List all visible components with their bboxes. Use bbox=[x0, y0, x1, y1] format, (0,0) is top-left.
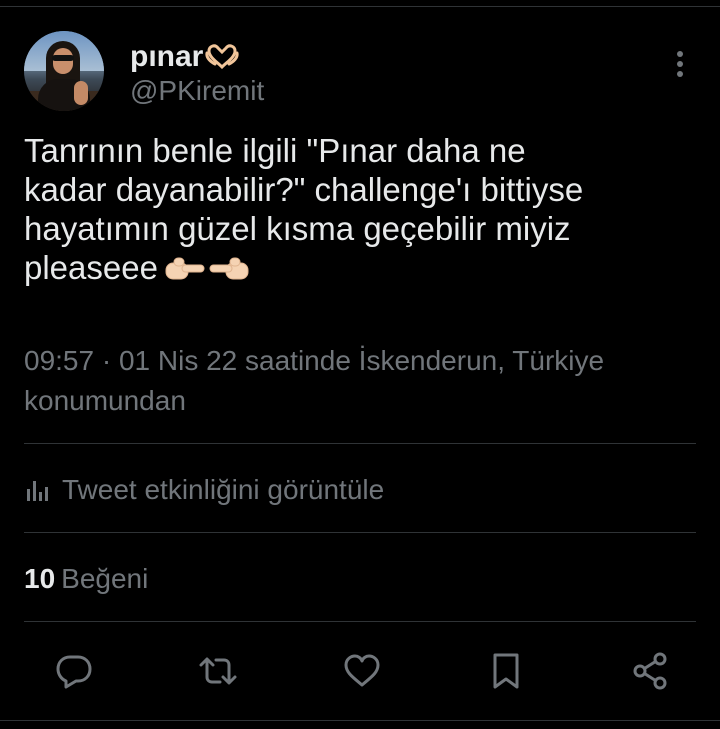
tweet-meta: 09:57 · 01 Nis 22 saatinde İskenderun, T… bbox=[24, 341, 680, 421]
view-activity-label: Tweet etkinliğini görüntüle bbox=[62, 474, 385, 505]
author-name[interactable]: pınar bbox=[130, 39, 239, 75]
heart-icon bbox=[344, 654, 380, 687]
view-activity-link[interactable]: Tweet etkinliğini görüntüle bbox=[24, 470, 384, 510]
divider bbox=[24, 532, 696, 533]
retweet-button[interactable] bbox=[196, 649, 240, 693]
action-bar bbox=[24, 644, 696, 698]
like-button[interactable] bbox=[340, 649, 384, 693]
author-handle[interactable]: @PKiremit bbox=[130, 73, 264, 109]
author-display-name: pınar bbox=[130, 40, 204, 73]
divider bbox=[24, 443, 696, 444]
tweet-body: Tanrının benle ilgili "Pınar daha ne kad… bbox=[24, 131, 680, 287]
meta-separator: · bbox=[94, 345, 119, 376]
retweet-icon bbox=[199, 657, 237, 685]
pointing-hands-icon bbox=[165, 257, 249, 280]
bookmark-icon bbox=[493, 653, 519, 689]
analytics-icon bbox=[27, 481, 48, 501]
reply-button[interactable] bbox=[52, 649, 96, 693]
likes-count: 10 bbox=[24, 563, 56, 594]
heart-hands-icon bbox=[205, 44, 239, 70]
avatar[interactable] bbox=[24, 31, 104, 111]
more-options-icon[interactable] bbox=[674, 50, 686, 78]
bookmark-button[interactable] bbox=[484, 649, 528, 693]
bottom-divider bbox=[0, 720, 720, 721]
likes-stat[interactable]: 10 Beğeni bbox=[24, 559, 148, 599]
share-icon bbox=[633, 652, 667, 690]
reply-icon bbox=[56, 655, 92, 689]
share-button[interactable] bbox=[628, 649, 672, 693]
tweet-time[interactable]: 09:57 bbox=[24, 345, 94, 376]
divider bbox=[24, 621, 696, 622]
tweet-header: pınar @PKiremit bbox=[24, 30, 696, 112]
top-divider bbox=[0, 6, 720, 7]
tweet-text: Tanrının benle ilgili "Pınar daha ne kad… bbox=[24, 132, 584, 286]
likes-label: Beğeni bbox=[61, 563, 149, 594]
